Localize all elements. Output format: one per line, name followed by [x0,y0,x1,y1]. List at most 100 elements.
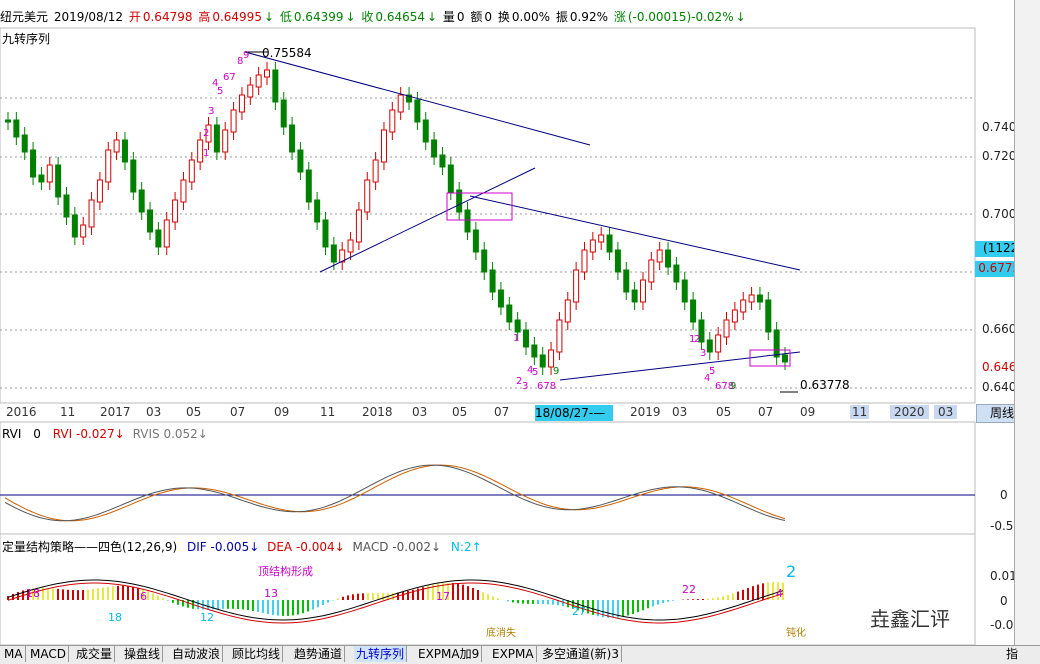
rvi-y-zero: 0 [1000,488,1008,502]
candle-body [573,269,580,303]
seq-num: 3 [700,348,707,359]
candle-body [289,124,296,153]
candle-body [255,74,262,88]
candle-body [88,199,95,228]
arrow-change: ↓ [735,10,746,24]
seq-num: 5 [532,367,539,378]
candle-body [272,69,279,103]
candle-body [656,249,663,263]
tab-expma[interactable]: EXPMA [490,646,537,662]
tab-index[interactable]: 指 [1004,646,1020,662]
right-sidebar[interactable] [1014,0,1040,645]
macd-label: MACD [352,540,389,554]
amount-value: 0 [484,10,493,24]
candle-body [531,344,538,358]
tab-expma9[interactable]: EXPMA加9 [416,646,483,662]
candle-body [180,179,187,203]
candle-body [247,84,254,98]
low-value: 0.64399 [293,10,344,24]
dif-label: DIF [187,540,207,554]
tab-ma[interactable]: MA [2,646,26,662]
tab-td-sequence[interactable]: 九转序列 [354,646,408,662]
candle-body [113,139,120,153]
rvi-name: RVI [2,427,22,441]
change-label: 涨 [613,10,626,24]
candle-body [648,259,655,283]
seq-num: 5 [709,366,716,377]
turnover-label: 换 [497,10,510,24]
candle-body [322,219,329,248]
change-value: (-0.00015)-0.02% [627,10,734,24]
macd-count: 6 [140,590,147,603]
arrow-high: ↓ [263,10,275,24]
candle-body [163,219,170,248]
candle-body [330,244,337,263]
macd-count: 13 [264,587,278,600]
tab-bull-bear-channel[interactable]: 多空通道(新)3 [540,646,622,662]
seq-num: 9 [553,366,560,377]
candle-body [213,124,220,153]
candle-body [130,159,137,193]
candle-body [230,109,237,133]
candle-body [723,319,730,338]
seq-num: 2 [694,334,701,345]
arrow-low: ↓ [345,10,356,24]
time-tick: 2018 [362,405,393,419]
seq-num: 9 [730,381,737,392]
candle-body [380,129,387,163]
candle-body [589,239,596,253]
candle-body [598,234,605,243]
seq-num: 1 [203,148,210,159]
seq-num: 67 [223,72,236,83]
candle-body [422,119,429,143]
tab-trend-channel[interactable]: 趋势通道 [292,646,346,662]
macd-panel-header: 定量结构策略——四色(12,26,9) DIF -0.005↓ DEA -0.0… [2,538,482,555]
candle-body [740,299,747,313]
time-tick: 07 [230,405,246,419]
low-annotation: 0.63778 [800,378,850,392]
candle-body [631,289,638,303]
candle-body [673,264,680,283]
candle-body [606,234,613,253]
candle-body [55,164,62,198]
tab-guppy[interactable]: 顾比均线 [230,646,284,662]
tab-volume[interactable]: 成交量 [74,646,116,662]
time-tick: 03 [672,405,688,419]
seq-num: 5 [217,86,224,97]
seq-num: 2 [203,128,210,139]
tab-trade-line[interactable]: 操盘线 [122,646,164,662]
time-tick: 11 [850,405,870,419]
candle-body [138,189,145,213]
rvis-value: 0.052↓ [163,427,208,441]
candle-body [347,239,354,253]
time-tick: 03 [146,405,162,419]
candle-body [497,289,504,308]
seq-num: 678 [537,381,557,392]
time-tick: 07 [758,405,774,419]
top-structure-annotation: 顶结构形成 [258,565,313,578]
n-value: N:2↑ [450,540,482,554]
candle-body [782,354,788,363]
open-value: 0.64798 [142,10,193,24]
candle-body [30,149,37,178]
seq-num: 3 [522,381,529,392]
low-label: 低 [279,10,292,24]
macd-count: 22 [682,583,696,596]
candle-body [96,179,103,203]
volume-label: 量 [442,10,455,24]
candle-body [46,164,53,183]
candle-body [614,249,621,273]
dull-annotation: 钝化 [786,628,806,639]
candle-body [472,229,479,253]
macd-count: 2 [786,562,797,581]
candle-body [80,224,87,238]
candle-body [38,174,45,183]
tab-auto-wave[interactable]: 自动波浪 [170,646,224,662]
candle-body [447,164,454,193]
tab-macd[interactable]: MACD [28,646,69,662]
time-tick: 03 [412,405,428,419]
candle-body [280,99,287,128]
candle-body [481,249,488,273]
cursor-date-badge: 18/08/27-— [535,405,613,421]
candle-body [539,354,546,368]
